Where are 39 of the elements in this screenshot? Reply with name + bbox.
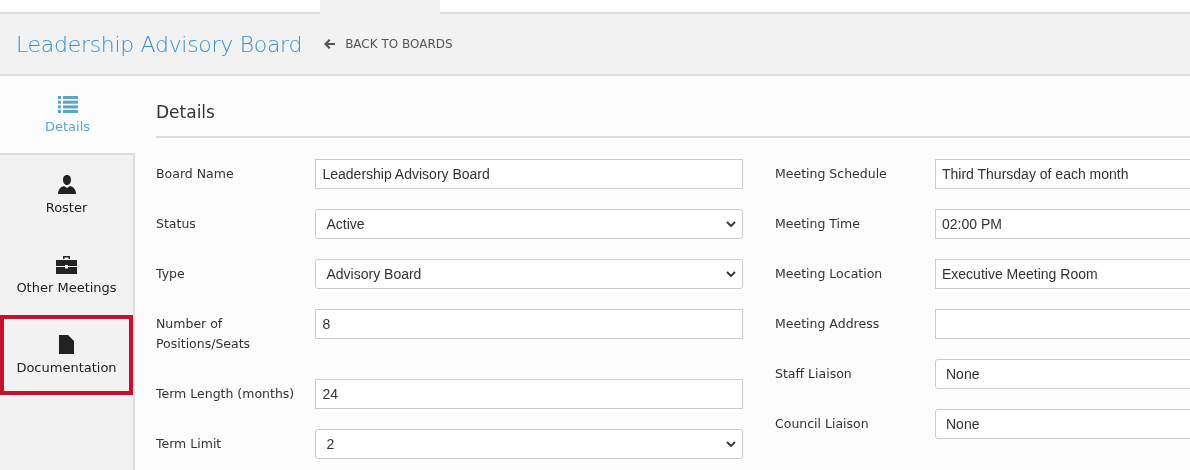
sidebar-tab[interactable]: Documentation	[0, 315, 133, 395]
field-label: Term Length (months)	[156, 385, 296, 403]
back-link[interactable]: BACK TO BOARDS	[345, 37, 453, 51]
field-label: Type	[156, 265, 186, 283]
field-label: Status	[156, 215, 197, 233]
field-label: Meeting Address	[775, 315, 881, 333]
input-field[interactable]: Leadership Advisory Board	[315, 159, 743, 189]
select-field[interactable]: Active	[315, 209, 743, 239]
select-field[interactable]: 2	[315, 429, 743, 459]
input-field[interactable]: 8	[315, 309, 743, 339]
select-field[interactable]: None	[935, 359, 1190, 389]
field-label: Meeting Schedule	[775, 165, 888, 183]
field-label: Meeting Time	[775, 215, 861, 233]
input-field[interactable]	[935, 309, 1190, 339]
section-title: Details	[156, 76, 1190, 138]
sidebar-tab[interactable]: Roster	[0, 155, 133, 235]
list-icon	[57, 95, 78, 113]
file-icon	[59, 335, 74, 354]
select-field[interactable]: None	[935, 409, 1190, 439]
briefcase-icon	[56, 255, 77, 274]
chevron-down-icon	[726, 220, 736, 228]
sidebar-tab[interactable]: Other Meetings	[0, 235, 133, 315]
page-title: Leadership Advisory Board	[16, 31, 303, 57]
input-field[interactable]: 02:00 PM	[935, 209, 1190, 239]
input-field[interactable]: 24	[315, 379, 743, 409]
field-label: Number of Positions/Seats	[156, 315, 252, 353]
field-label: Board Name	[156, 165, 235, 183]
select-field[interactable]: Advisory Board	[315, 259, 743, 289]
top-tab[interactable]	[320, 0, 440, 14]
back-arrow-icon	[324, 39, 336, 49]
chevron-down-icon	[726, 270, 736, 278]
input-field[interactable]: Third Thursday of each month	[935, 159, 1190, 189]
field-label: Staff Liaison	[775, 365, 853, 383]
field-label: Council Liaison	[775, 415, 870, 433]
person-icon	[57, 175, 76, 194]
field-label: Meeting Location	[775, 265, 884, 283]
input-field[interactable]: Executive Meeting Room	[935, 259, 1190, 289]
field-label: Term Limit	[156, 435, 223, 453]
chevron-down-icon	[726, 440, 736, 448]
